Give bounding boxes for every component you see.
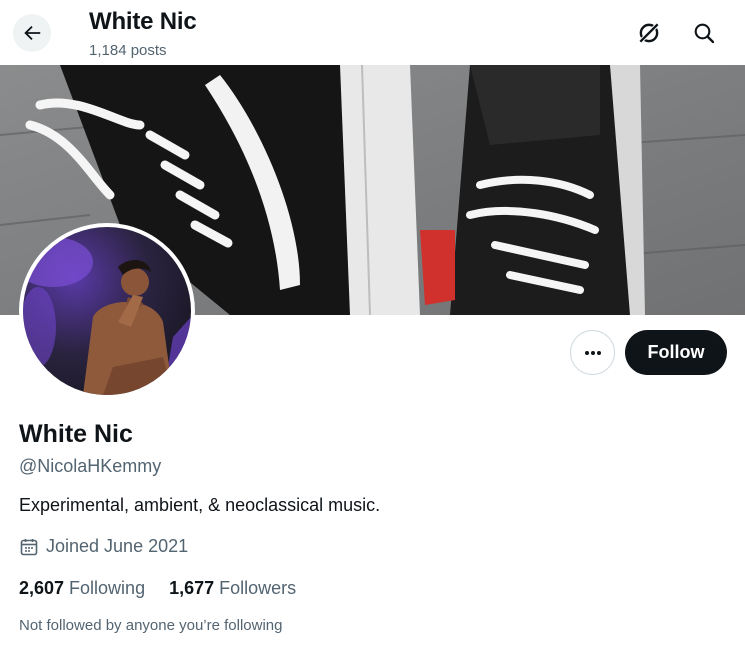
- display-name: White Nic: [19, 420, 133, 448]
- joined-label: Joined June 2021: [46, 536, 189, 556]
- following-link[interactable]: 2,607 Following: [19, 578, 145, 599]
- avatar-image: [23, 227, 191, 395]
- profile-header: White Nic 1,184 posts: [0, 0, 745, 65]
- grok-icon: [638, 22, 660, 44]
- following-count: 2,607: [19, 578, 70, 598]
- joined-date: Joined June 2021: [19, 536, 188, 557]
- search-button[interactable]: [688, 17, 720, 49]
- profile-avatar[interactable]: [19, 223, 195, 399]
- followers-link[interactable]: 1,677 Followers: [169, 578, 296, 599]
- followers-label: Followers: [219, 578, 297, 598]
- calendar-icon: [20, 538, 38, 555]
- follow-button[interactable]: Follow: [625, 330, 727, 375]
- profile-bio: Experimental, ambient, & neoclassical mu…: [19, 495, 381, 515]
- arrow-left-icon: [24, 25, 41, 41]
- mutual-followers-note: Not followed by anyone you’re following: [19, 617, 283, 634]
- followers-count: 1,677: [169, 578, 220, 598]
- posts-count: 1,184 posts: [89, 42, 167, 59]
- following-label: Following: [69, 578, 146, 598]
- back-button[interactable]: [13, 14, 51, 52]
- more-dots-icon: [584, 350, 601, 355]
- profile-handle: @NicolaHKemmy: [19, 456, 162, 476]
- search-icon: [694, 23, 715, 44]
- more-options-button[interactable]: [570, 330, 615, 375]
- grok-button[interactable]: [633, 17, 665, 49]
- header-title: White Nic: [89, 8, 197, 35]
- follow-stats: 2,607 Following 1,677 Followers: [19, 578, 320, 599]
